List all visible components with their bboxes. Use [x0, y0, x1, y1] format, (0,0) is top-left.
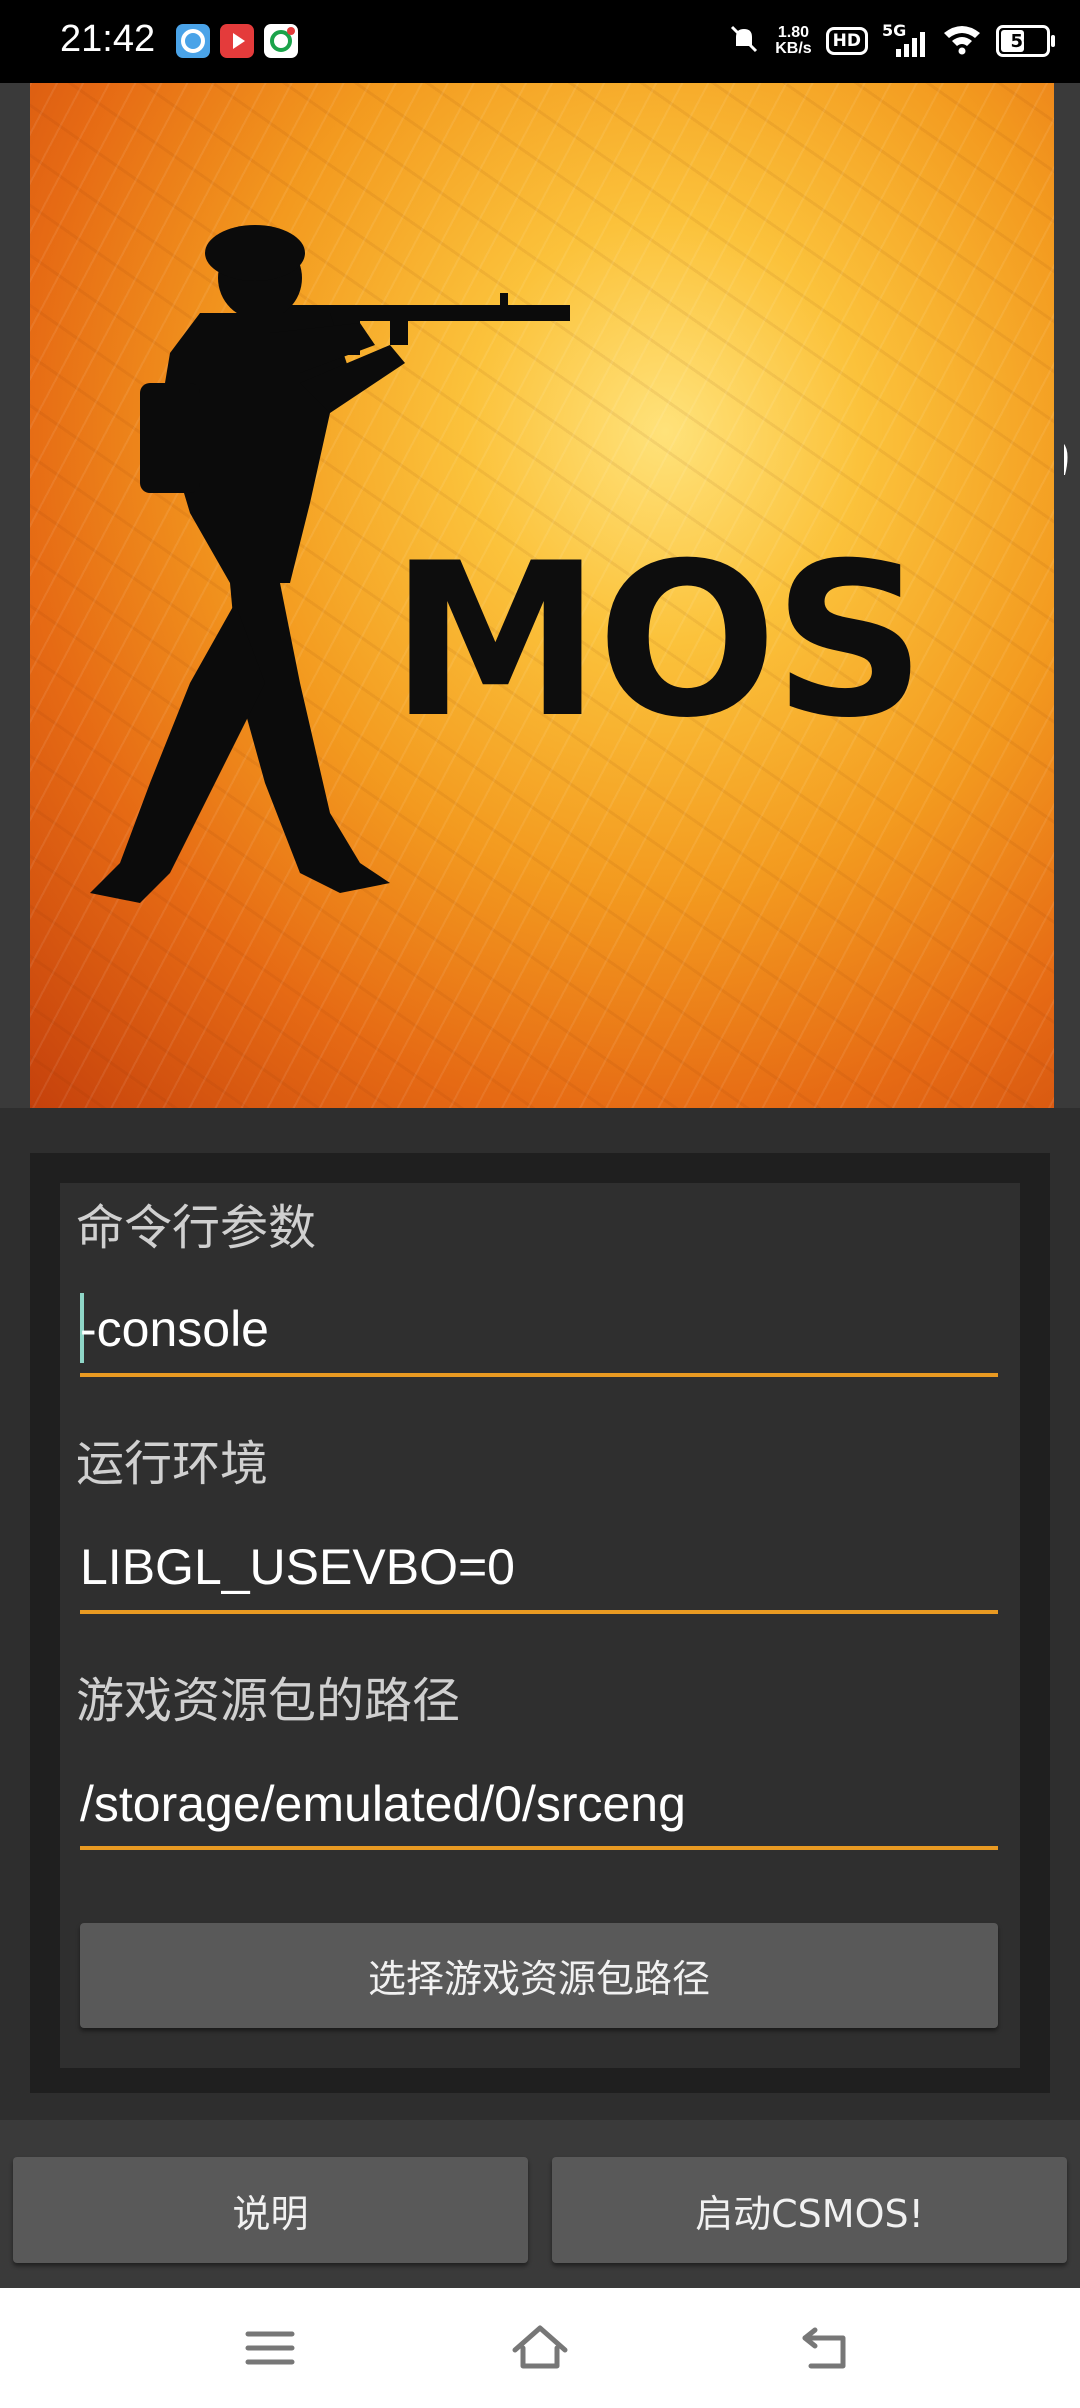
mute-icon — [727, 22, 761, 60]
env-input[interactable] — [80, 1536, 998, 1598]
settings-panel: 命令行参数 运行环境 游戏资源包的路径 选择游戏资源包路径 — [0, 1108, 1080, 2120]
game-banner-image: MOS — [30, 83, 1054, 1108]
env-label: 运行环境 — [76, 1436, 269, 1492]
launch-button[interactable]: 启动CSMOS! — [552, 2157, 1067, 2263]
status-icons: 1.80 KB/s HD 5G 50 — [727, 16, 1055, 66]
status-time: 21:42 — [60, 18, 156, 60]
help-button[interactable]: 说明 — [13, 2157, 528, 2263]
back-icon[interactable] — [795, 2318, 855, 2378]
path-label: 游戏资源包的路径 — [76, 1673, 461, 1729]
game-logo-text: MOS — [390, 517, 926, 764]
browser-icon — [176, 24, 210, 58]
net-speed: 1.80 KB/s — [775, 24, 812, 57]
cmd-args-underline — [80, 1373, 998, 1377]
signal-icon: 5G — [882, 21, 928, 57]
cmd-args-label: 命令行参数 — [76, 1200, 317, 1256]
action-bar: 说明 启动CSMOS! — [0, 2120, 1080, 2288]
cmd-args-input[interactable] — [80, 1298, 998, 1360]
hero-section: MOS S — [0, 83, 1080, 1108]
hd-badge: HD — [825, 27, 868, 55]
path-input[interactable] — [80, 1773, 998, 1835]
home-icon[interactable] — [510, 2318, 570, 2378]
menu-icon[interactable] — [240, 2318, 300, 2378]
china-mobile-icon — [264, 24, 298, 58]
choose-path-button[interactable]: 选择游戏资源包路径 — [80, 1923, 998, 2028]
system-nav-bar — [0, 2288, 1080, 2408]
status-bar: 21:42 1.80 KB/s HD 5G 50 — [0, 0, 1080, 83]
path-underline — [80, 1846, 998, 1850]
wifi-icon — [942, 23, 982, 59]
battery-icon: 50 — [996, 25, 1055, 57]
env-underline — [80, 1610, 998, 1614]
video-app-icon — [220, 24, 254, 58]
banner-edge-text: S — [1064, 433, 1080, 484]
